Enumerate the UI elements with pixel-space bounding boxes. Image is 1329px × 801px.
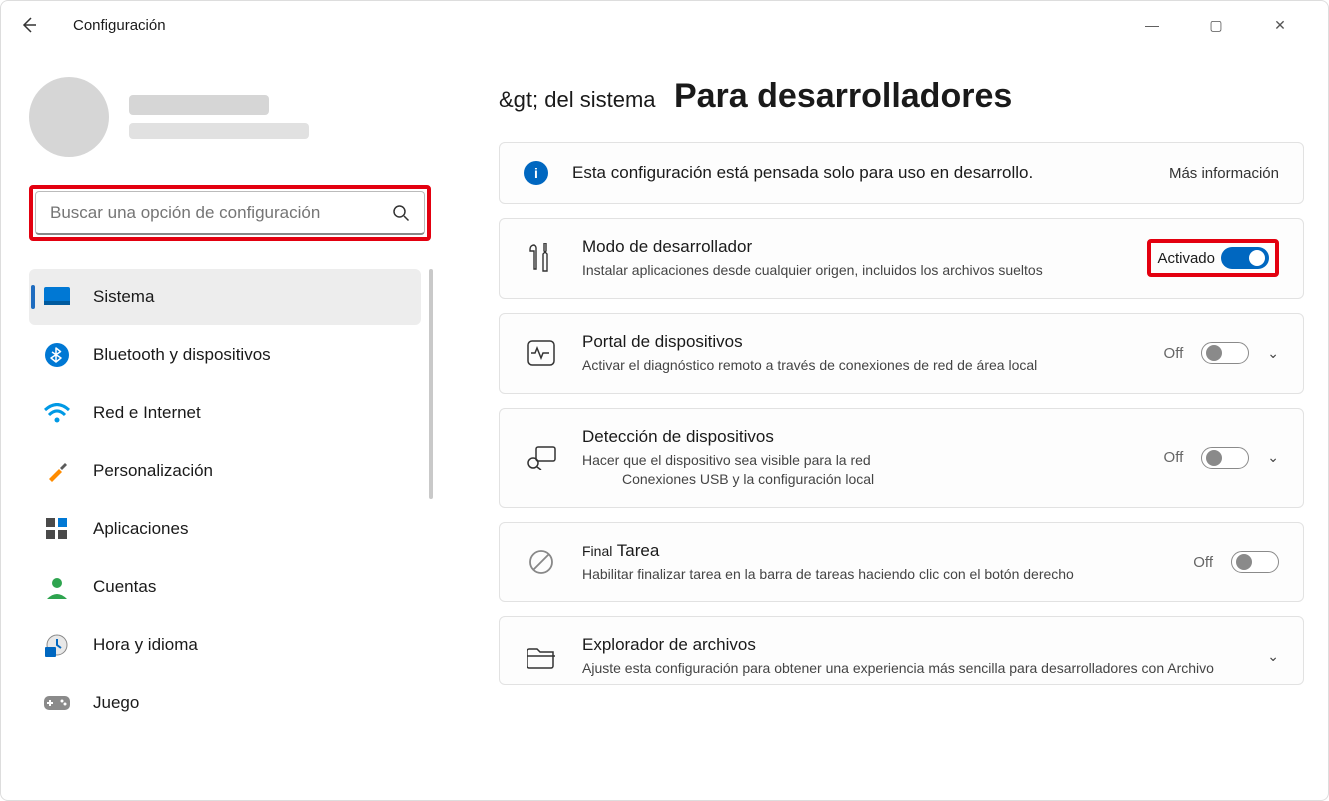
tools-icon	[524, 243, 558, 273]
sidebar-item-label: Aplicaciones	[93, 519, 188, 539]
profile-text	[129, 95, 309, 139]
account-icon	[43, 573, 71, 601]
maximize-button[interactable]	[1196, 17, 1236, 34]
heartbeat-icon	[524, 340, 558, 366]
info-text: Esta configuración está pensada solo par…	[572, 163, 1033, 183]
sidebar-item-accounts[interactable]: Cuentas	[29, 559, 421, 615]
breadcrumb[interactable]: &gt; del sistema	[499, 87, 656, 113]
sidebar-item-label: Personalización	[93, 461, 213, 481]
card-desc: Instalar aplicaciones desde cualquier or…	[582, 261, 1123, 280]
prohibit-icon	[524, 549, 558, 575]
card-desc: Hacer que el dispositivo sea visible par…	[582, 451, 1140, 489]
search-highlight	[29, 185, 431, 241]
card-title: Explorador de archivos	[582, 635, 1243, 655]
app-title: Configuración	[73, 17, 166, 34]
search-icon[interactable]	[392, 204, 410, 222]
bluetooth-icon	[43, 341, 71, 369]
close-button[interactable]	[1260, 17, 1300, 34]
sidebar-item-label: Bluetooth y dispositivos	[93, 345, 271, 365]
info-banner: i Esta configuración está pensada solo p…	[499, 142, 1304, 204]
profile-name-placeholder	[129, 95, 269, 115]
card-device-portal[interactable]: Portal de dispositivos Activar el diagnó…	[499, 313, 1304, 394]
titlebar: Configuración	[1, 1, 1328, 49]
sidebar-item-time[interactable]: Hora y idioma	[29, 617, 421, 673]
info-icon: i	[524, 161, 548, 185]
discovery-icon	[524, 446, 558, 470]
sidebar-scrollbar[interactable]	[429, 269, 433, 499]
device-portal-toggle[interactable]	[1201, 342, 1249, 364]
chevron-down-icon[interactable]: ⌄	[1267, 449, 1279, 466]
card-dev-mode: Modo de desarrollador Instalar aplicacio…	[499, 218, 1304, 299]
card-title: Detección de dispositivos	[582, 427, 1140, 447]
sidebar-item-system[interactable]: Sistema	[29, 269, 421, 325]
sidebar-item-label: Hora y idioma	[93, 635, 198, 655]
search-box[interactable]	[35, 191, 425, 235]
card-title-a: Final	[582, 543, 612, 559]
avatar[interactable]	[29, 77, 109, 157]
sidebar-item-bluetooth[interactable]: Bluetooth y dispositivos	[29, 327, 421, 383]
sidebar-item-apps[interactable]: Aplicaciones	[29, 501, 421, 557]
card-end-task: Final Tarea Habilitar finalizar tarea en…	[499, 522, 1304, 603]
card-device-discovery[interactable]: Detección de dispositivos Hacer que el d…	[499, 408, 1304, 508]
card-title: Final Tarea	[582, 541, 1169, 561]
chevron-down-icon[interactable]: ⌄	[1267, 345, 1279, 362]
window-controls	[1132, 17, 1320, 34]
toggle-state-label: Activado	[1157, 250, 1215, 267]
toggle-state-label: Off	[1164, 449, 1184, 466]
card-desc-a: Hacer que el dispositivo sea visible par…	[582, 452, 871, 468]
dev-mode-toggle[interactable]	[1221, 247, 1269, 269]
sidebar-item-label: Sistema	[93, 287, 154, 307]
card-title: Modo de desarrollador	[582, 237, 1123, 257]
sidebar-item-network[interactable]: Red e Internet	[29, 385, 421, 441]
toggle-state-label: Off	[1164, 345, 1184, 362]
card-desc: Habilitar finalizar tarea en la barra de…	[582, 565, 1169, 584]
profile-sub-placeholder	[129, 123, 309, 139]
arrow-left-icon	[19, 15, 39, 35]
card-file-explorer[interactable]: Explorador de archivos Ajuste esta confi…	[499, 616, 1304, 685]
profile-block	[29, 77, 431, 157]
page-header: &gt; del sistema Para desarrolladores	[499, 77, 1304, 116]
toggle-state-label: Off	[1193, 554, 1213, 571]
chevron-down-icon[interactable]: ⌄	[1267, 648, 1279, 665]
main-content: &gt; del sistema Para desarrolladores i …	[451, 49, 1328, 800]
folder-icon	[524, 645, 558, 669]
card-title: Portal de dispositivos	[582, 332, 1140, 352]
game-icon	[43, 689, 71, 717]
card-desc: Activar el diagnóstico remoto a través d…	[582, 356, 1140, 375]
wifi-icon	[43, 399, 71, 427]
minimize-button[interactable]	[1132, 17, 1172, 34]
sidebar-item-personalization[interactable]: Personalización	[29, 443, 421, 499]
end-task-toggle[interactable]	[1231, 551, 1279, 573]
system-icon	[43, 283, 71, 311]
sidebar-item-label: Cuentas	[93, 577, 156, 597]
card-desc-b: Conexiones USB y la configuración local	[622, 470, 874, 489]
card-desc: Ajuste esta configuración para obtener u…	[582, 659, 1243, 678]
brush-icon	[43, 457, 71, 485]
apps-icon	[43, 515, 71, 543]
dev-mode-highlight: Activado	[1147, 239, 1279, 277]
search-input[interactable]	[50, 203, 392, 223]
page-title: Para desarrolladores	[674, 77, 1012, 116]
nav: Sistema Bluetooth y dispositivos Red e I…	[29, 269, 431, 731]
back-button[interactable]	[9, 5, 49, 45]
sidebar-item-label: Red e Internet	[93, 403, 201, 423]
device-discovery-toggle[interactable]	[1201, 447, 1249, 469]
clock-icon	[43, 631, 71, 659]
sidebar: Sistema Bluetooth y dispositivos Red e I…	[1, 49, 451, 800]
card-title-b: Tarea	[617, 541, 660, 560]
more-info-link[interactable]: Más información	[1169, 165, 1279, 182]
sidebar-item-gaming[interactable]: Juego	[29, 675, 421, 731]
sidebar-item-label: Juego	[93, 693, 139, 713]
